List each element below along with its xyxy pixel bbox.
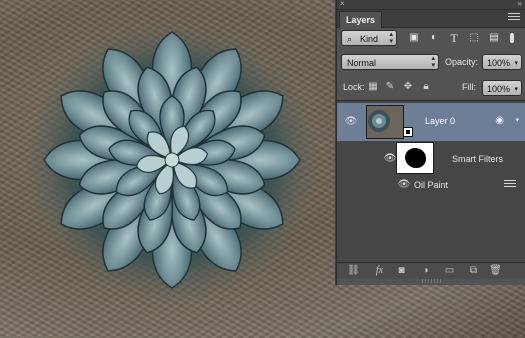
shape-filter-icon[interactable]: ⬚: [467, 31, 481, 45]
fill-label: Fill:: [462, 82, 476, 92]
collapse-panel-button[interactable]: »: [518, 0, 522, 9]
search-icon: ⌕: [347, 34, 353, 44]
filter-kind-select[interactable]: ⌕ Kind ▴ ▾: [341, 30, 397, 46]
dropdown-arrow-icon: ▾: [514, 60, 518, 67]
oil-paint-filter-row[interactable]: 👁︎ Oil Paint: [337, 177, 525, 193]
lock-label: Lock:: [343, 82, 365, 92]
oil-paint-label[interactable]: Oil Paint: [414, 179, 448, 191]
tab-layers[interactable]: Layers: [339, 11, 383, 28]
mask-shape: [405, 148, 426, 168]
link-layers-icon[interactable]: ⛓︎: [347, 265, 360, 277]
filter-row: ⌕ Kind ▴ ▾ ▣ ◐ T ⬚ ▤: [337, 30, 525, 48]
smart-filter-badge-icon: ◉: [495, 115, 504, 126]
smart-object-badge-icon: [403, 127, 413, 137]
layers-list: 👁︎ Layer 0 ◉ ▾ 👁︎ Smart Filters 👁︎ Oil P…: [337, 100, 525, 263]
lock-transparent-pixels-icon[interactable]: ▦: [366, 80, 380, 94]
layer-thumbnail-image: [367, 106, 403, 138]
opacity-field[interactable]: 100% ▾: [482, 54, 522, 70]
panel-title-strip: × »: [337, 0, 525, 10]
filter-blending-options-icon[interactable]: [504, 180, 516, 190]
lock-image-pixels-icon[interactable]: ✎: [383, 80, 397, 94]
type-filter-icon[interactable]: T: [447, 31, 461, 45]
lock-row: Lock: ▦ ✎ ✥ 🔒︎ Fill: 100% ▾: [337, 79, 525, 97]
filter-toggle[interactable]: [507, 31, 517, 45]
dropdown-arrow-icon: ▾: [514, 86, 518, 93]
pixel-filter-icon[interactable]: ▣: [407, 31, 421, 45]
visibility-eye-icon[interactable]: 👁︎: [344, 117, 358, 127]
smart-filters-visibility-icon[interactable]: 👁︎: [383, 154, 397, 164]
filter-mask-thumbnail[interactable]: [396, 142, 434, 174]
blend-row: Normal ▴ ▾ Opacity: 100% ▾: [337, 54, 525, 72]
lock-all-icon[interactable]: 🔒︎: [419, 80, 433, 94]
new-group-icon[interactable]: ▭: [443, 265, 456, 277]
lock-position-icon[interactable]: ✥: [401, 80, 415, 94]
blend-mode-select[interactable]: Normal ▴ ▾: [341, 54, 439, 70]
layer-thumbnail[interactable]: [366, 105, 404, 139]
stepper-arrows-icon: ▴ ▾: [431, 55, 435, 69]
layers-bottom-toolbar: ⛓︎ fx ◙ ◑ ▭ ⧉ 🗑︎: [337, 262, 525, 279]
add-mask-icon[interactable]: ◙: [395, 265, 408, 277]
adjustment-layer-icon[interactable]: ◑: [419, 265, 432, 277]
stepper-arrows-icon: ▴ ▾: [389, 31, 393, 45]
opacity-value: 100%: [487, 58, 511, 68]
delete-layer-icon[interactable]: 🗑︎: [489, 265, 502, 277]
panel-tab-bar: Layers: [337, 10, 525, 28]
new-layer-icon[interactable]: ⧉: [467, 265, 480, 277]
layer-row-layer-0[interactable]: 👁︎ Layer 0 ◉ ▾: [337, 103, 525, 141]
collapse-arrow-icon[interactable]: ▾: [515, 116, 519, 126]
smart-filters-row[interactable]: 👁︎ Smart Filters: [337, 141, 525, 175]
smart-object-filter-icon[interactable]: ▤: [487, 31, 501, 45]
oil-paint-visibility-icon[interactable]: 👁︎: [397, 180, 411, 190]
fill-field[interactable]: 100% ▾: [482, 80, 522, 96]
layer-name[interactable]: Layer 0: [425, 115, 455, 127]
filter-kind-label: Kind: [360, 34, 379, 44]
panel-resize-grip[interactable]: [422, 279, 442, 283]
panel-menu-icon[interactable]: [508, 13, 520, 23]
close-panel-button[interactable]: ×: [340, 0, 345, 9]
opacity-label: Opacity:: [445, 57, 479, 67]
adjustment-filter-icon[interactable]: ◐: [427, 31, 441, 45]
blend-mode-value: Normal: [347, 58, 377, 68]
smart-filters-label: Smart Filters: [452, 154, 504, 164]
fill-value: 100%: [487, 84, 511, 94]
layers-panel: × » Layers ⌕ Kind ▴ ▾ ▣ ◐ T ⬚ ▤ Normal ▴ ▾…: [336, 0, 525, 285]
fx-icon[interactable]: fx: [373, 265, 386, 277]
